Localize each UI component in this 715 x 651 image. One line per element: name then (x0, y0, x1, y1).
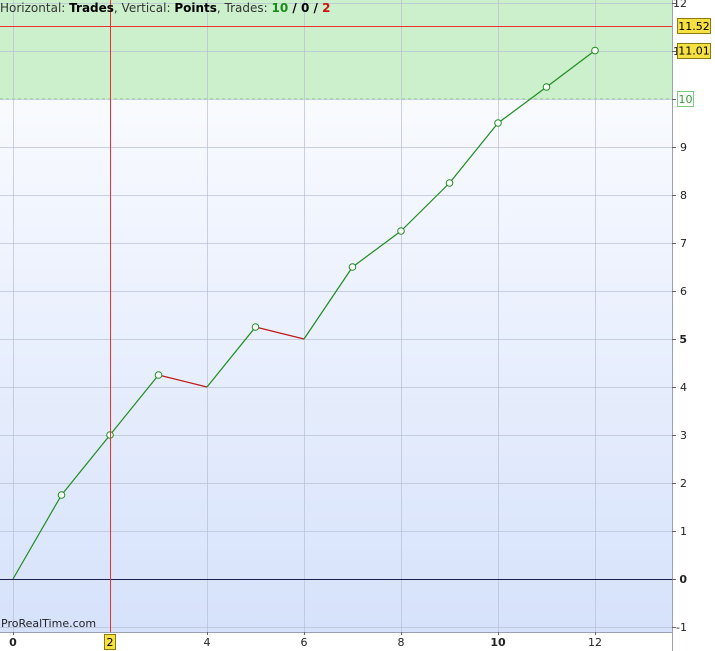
trade-point (445, 179, 454, 187)
y-tick-label: 5 (679, 333, 687, 346)
y-tick-label: 9 (680, 141, 687, 154)
cursor-y-label: 11.52 (678, 20, 710, 33)
horizontal-value: Trades (69, 1, 114, 15)
y-tick-label: 7 (680, 237, 687, 250)
x-tick-label: 8 (398, 636, 405, 649)
watermark: ProRealTime.com (1, 617, 97, 630)
y-tick-label: 8 (680, 189, 687, 202)
trade-point (397, 227, 405, 235)
y-tick-label: 2 (680, 477, 687, 490)
equity-curve-chart: -10123456789111204681012 11.5211.01102 (0, 0, 711, 651)
last-value-label: 11.01 (678, 45, 710, 58)
y-tick-label: -1 (676, 621, 687, 634)
y-tick-label: 3 (680, 429, 687, 442)
trades-separator-1: / (288, 1, 301, 15)
y-tick-label: 0 (679, 573, 687, 586)
trades-losing-count: 2 (322, 1, 331, 15)
trade-point (591, 46, 599, 55)
y-tick-label: 6 (680, 285, 687, 298)
vertical-label: , Vertical: (113, 1, 171, 15)
y-tick-label: 1 (680, 525, 687, 538)
y-tick-label: 12 (673, 0, 687, 10)
trade-point (57, 491, 66, 499)
chart-header: Horizontal: Trades, Vertical: Points, Tr… (0, 1, 330, 15)
x-tick-label: 0 (9, 636, 17, 649)
x-tick-label: 6 (301, 636, 308, 649)
trades-separator-2: / (309, 1, 323, 15)
trade-point (154, 371, 163, 379)
zone-threshold-label: 10 (679, 93, 693, 106)
trade-point (542, 83, 551, 91)
trade-point (348, 263, 357, 271)
x-tick-label: 10 (490, 636, 506, 649)
trade-point (251, 323, 260, 331)
x-tick-label: 4 (204, 636, 211, 649)
trades-winning-count: 10 (271, 1, 289, 15)
vertical-value: Points (174, 1, 217, 15)
trade-point (494, 119, 502, 127)
y-tick-label: 4 (680, 381, 687, 394)
horizontal-label: Horizontal: (0, 1, 66, 15)
cursor-x-label: 2 (107, 636, 114, 649)
trades-label: , Trades: (216, 1, 268, 15)
x-tick-label: 12 (588, 636, 602, 649)
